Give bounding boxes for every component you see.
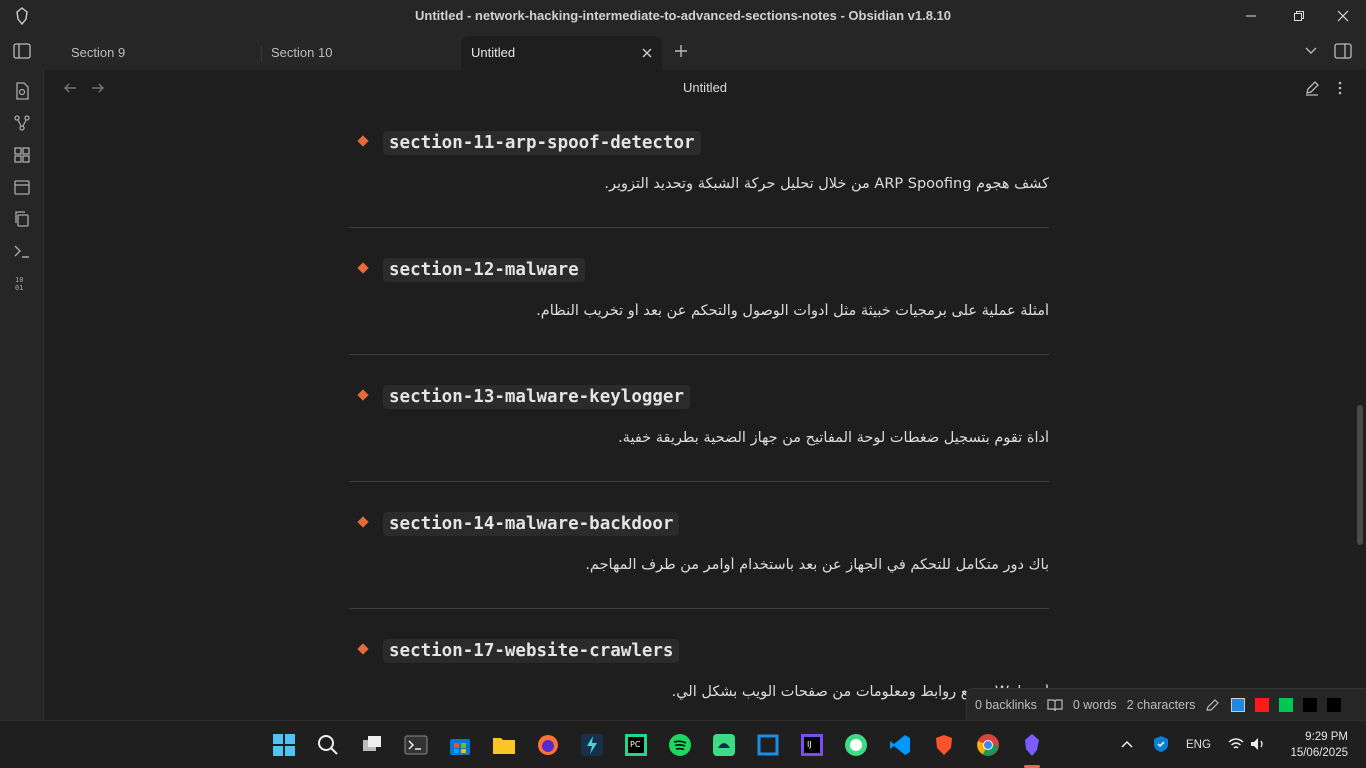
edit-pencil-icon[interactable] (1304, 80, 1320, 96)
item-title: section-12-malware (383, 258, 585, 282)
item-title: section-13-malware-keylogger (383, 385, 691, 409)
tab-section-9[interactable]: Section 9 (61, 36, 261, 70)
brave-icon[interactable] (932, 733, 956, 757)
vscode-icon[interactable] (888, 733, 912, 757)
pycharm-icon[interactable]: PC (624, 733, 648, 757)
list-item: section-14-malware-backdoor باك دور متكا… (349, 507, 1049, 634)
color-swatch-blue[interactable] (1231, 697, 1246, 712)
tab-label: Section 10 (271, 45, 333, 60)
color-swatch-black[interactable] (1327, 697, 1342, 712)
spotify-icon[interactable] (668, 733, 692, 757)
character-count: 2 characters (1126, 697, 1196, 712)
clock[interactable]: 9:29 PM 15/06/2025 (1290, 729, 1348, 761)
calendar-icon[interactable] (13, 178, 31, 196)
quick-switcher-icon[interactable] (13, 82, 31, 100)
note-content[interactable]: section-11-arp-spoof-detector كشف هجوم A… (349, 126, 1049, 761)
task-view-icon[interactable] (360, 733, 384, 757)
windows-start-icon[interactable] (272, 733, 296, 757)
graph-view-icon[interactable] (13, 114, 31, 132)
terminal-icon[interactable] (13, 242, 31, 260)
close-tab-icon[interactable] (640, 46, 654, 60)
canvas-icon[interactable] (13, 146, 31, 164)
item-title: section-17-website-crawlers (383, 639, 680, 663)
item-title: section-11-arp-spoof-detector (383, 131, 701, 155)
time-text: 9:29 PM (1305, 731, 1348, 743)
volume-icon[interactable] (1250, 737, 1266, 751)
left-ribbon: 10 01 (0, 70, 44, 720)
status-bar: 0 backlinks 0 words 2 characters (966, 688, 1366, 720)
backlinks-count[interactable]: 0 backlinks (975, 698, 1037, 712)
firefox-icon[interactable] (536, 733, 560, 757)
svg-text:01: 01 (15, 284, 23, 292)
file-explorer-icon[interactable] (492, 733, 516, 757)
security-shield-icon[interactable] (1152, 735, 1170, 753)
svg-text:IJ: IJ (807, 740, 812, 749)
tab-label: Section 9 (71, 45, 126, 60)
taskbar: PC IJ ENG 9:29 PM 15/06/2025 (0, 720, 1366, 768)
editor-pane: Untitled section-11-arp-spoof-detector ك… (44, 70, 1366, 720)
svg-text:10: 10 (15, 276, 23, 284)
list-item: section-11-arp-spoof-detector كشف هجوم A… (349, 126, 1049, 253)
word-count: 0 words (1072, 697, 1117, 712)
list-item: section-13-malware-keylogger أداة تقوم ب… (349, 380, 1049, 507)
android-app-icon[interactable] (844, 733, 868, 757)
close-window-button[interactable] (1320, 0, 1366, 32)
view-title[interactable]: Untitled (44, 80, 1366, 95)
minimize-button[interactable] (1228, 0, 1274, 32)
divider (349, 227, 1049, 228)
divider (349, 481, 1049, 482)
item-description: باك دور متكامل للتحكم في الجهاز عن بعد ب… (585, 557, 1049, 573)
maximize-button[interactable] (1276, 0, 1322, 32)
tab-untitled[interactable]: Untitled (461, 36, 662, 70)
right-sidebar-toggle-icon[interactable] (1334, 43, 1352, 59)
minimize-icon (1246, 15, 1256, 17)
bullet-icon (357, 643, 369, 655)
tab-bar: Section 9 Section 10 Untitled (0, 32, 1366, 70)
search-icon[interactable] (316, 733, 340, 757)
obsidian-taskbar-icon[interactable] (1020, 733, 1044, 757)
title-bar: Untitled - network-hacking-intermediate-… (0, 0, 1366, 32)
item-description: أداة تقوم بتسجيل ضغطات لوحة المفاتيح من … (618, 430, 1049, 446)
close-icon (1337, 10, 1349, 22)
view-header: Untitled (44, 70, 1366, 106)
divider (349, 354, 1049, 355)
bullet-icon (357, 389, 369, 401)
date-text: 15/06/2025 (1290, 747, 1348, 759)
binary-icon[interactable]: 1001 (13, 274, 31, 292)
svg-text:PC: PC (630, 740, 641, 749)
restore-icon (1294, 11, 1304, 21)
item-description: أمثلة عملية على برمجيات خبيثة مثل أدوات … (536, 303, 1049, 319)
bullet-icon (357, 262, 369, 274)
copy-icon[interactable] (13, 210, 31, 228)
reading-mode-icon[interactable] (1047, 698, 1063, 712)
color-swatch-red[interactable] (1255, 697, 1270, 712)
more-options-icon[interactable] (1332, 80, 1348, 96)
bullet-icon (357, 135, 369, 147)
terminal-app-icon[interactable] (404, 733, 428, 757)
bullet-icon (357, 516, 369, 528)
android-studio-icon[interactable] (712, 733, 736, 757)
item-title: section-14-malware-backdoor (383, 512, 680, 536)
item-description: كشف هجوم ARP Spoofing من خلال تحليل حركة… (604, 176, 1049, 192)
color-swatch-black[interactable] (1303, 697, 1318, 712)
window-title: Untitled - network-hacking-intermediate-… (415, 8, 951, 23)
virtualbox-icon[interactable] (756, 733, 780, 757)
microsoft-store-icon[interactable] (448, 733, 472, 757)
divider (349, 608, 1049, 609)
tab-label: Untitled (471, 45, 516, 60)
sidebar-toggle-icon[interactable] (13, 43, 31, 59)
list-item: section-12-malware أمثلة عملية على برمجي… (349, 253, 1049, 380)
chevron-up-icon[interactable] (1120, 739, 1134, 749)
app-icon-teal[interactable] (580, 733, 604, 757)
intellij-icon[interactable]: IJ (800, 733, 824, 757)
pen-icon[interactable] (1205, 698, 1221, 712)
tab-section-10[interactable]: Section 10 (261, 36, 461, 70)
chrome-icon[interactable] (976, 733, 1000, 757)
chevron-down-icon[interactable] (1304, 46, 1318, 56)
language-indicator[interactable]: ENG (1186, 739, 1211, 751)
new-tab-icon[interactable] (674, 44, 688, 58)
color-swatch-green[interactable] (1279, 697, 1294, 712)
scrollbar[interactable] (1357, 405, 1363, 545)
wifi-icon[interactable] (1228, 737, 1244, 751)
